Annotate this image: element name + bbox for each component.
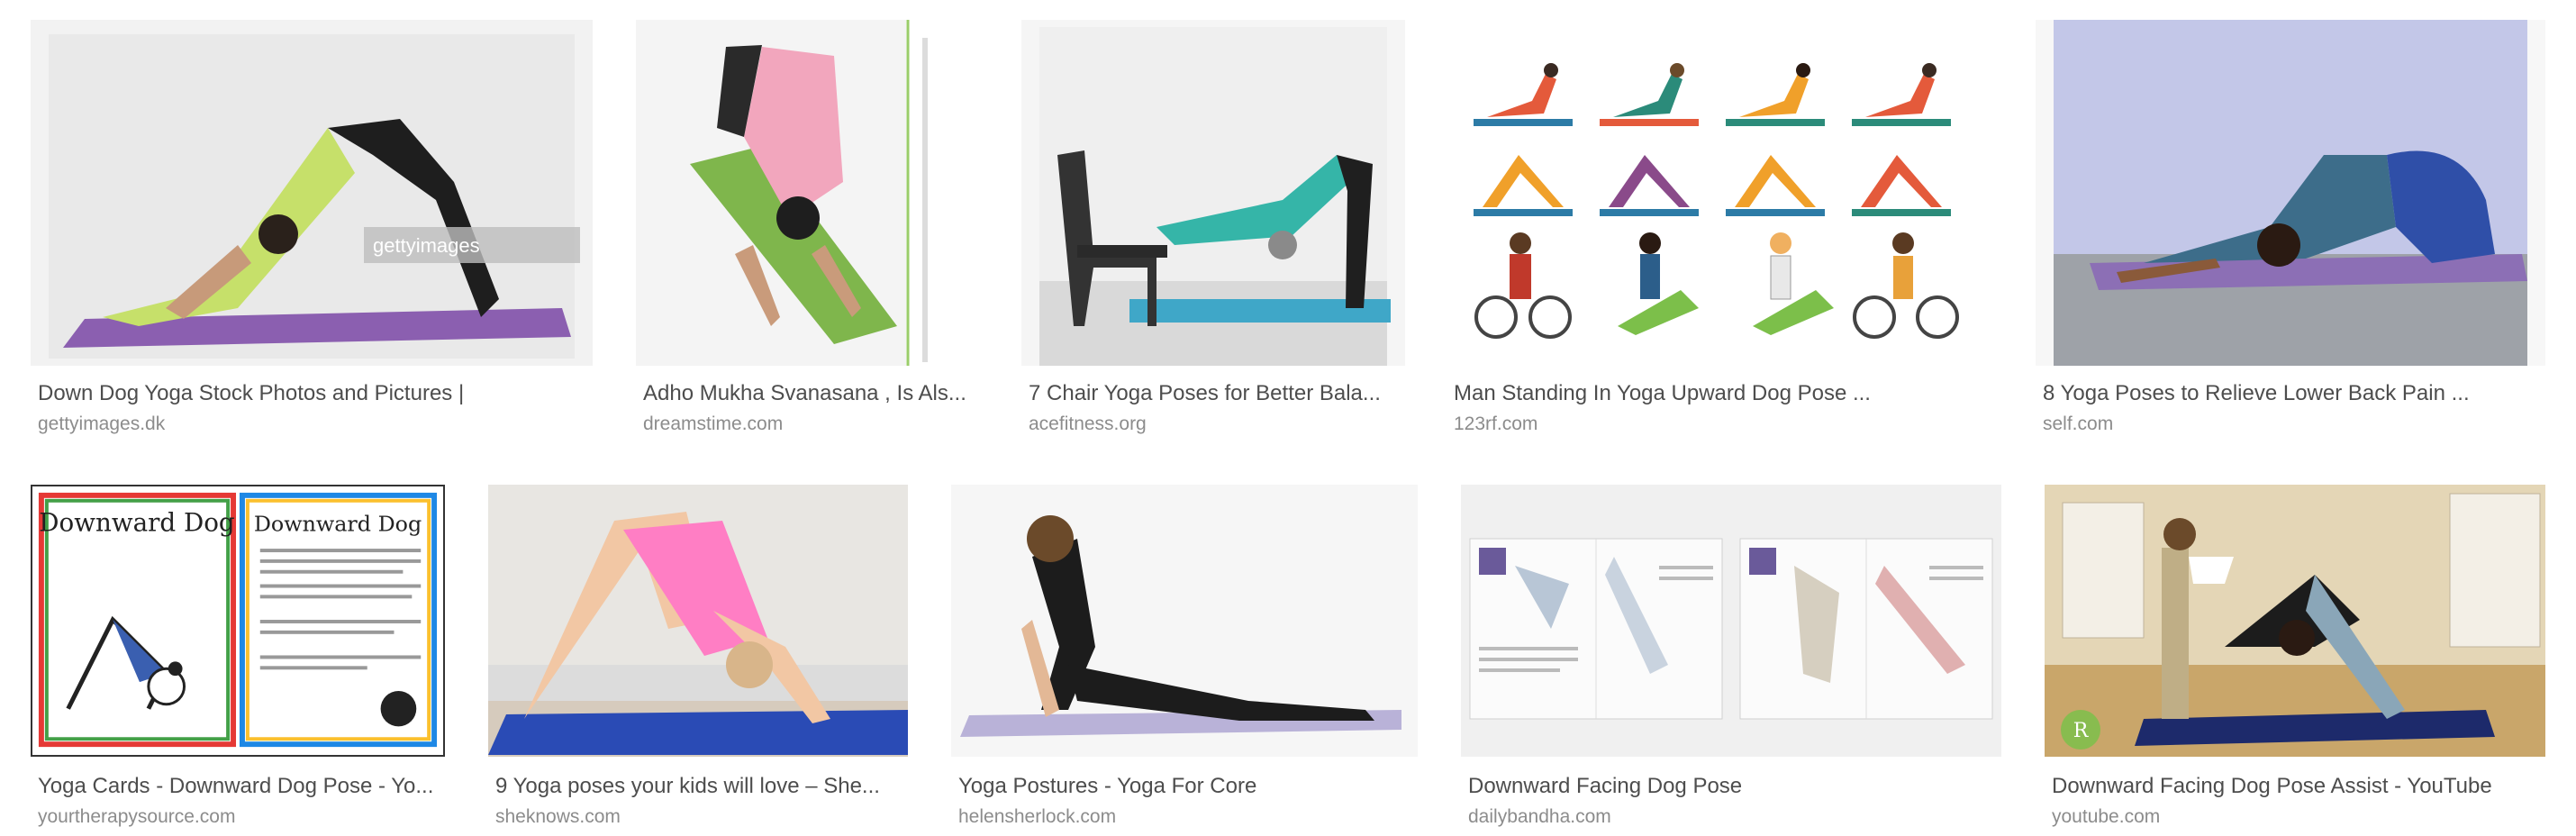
image-result-card[interactable]: R Downward Facing Dog Pose Assist - YouT… — [2045, 485, 2545, 832]
yoga-illustration-grid-thumbnail — [1447, 20, 1992, 366]
result-source[interactable]: 123rf.com — [1454, 413, 1537, 436]
image-result-card[interactable]: Downward Dog Downward Dog Yoga Cards - D… — [31, 485, 445, 832]
result-title[interactable]: Adho Mukha Svanasana , Is Als... — [643, 380, 978, 407]
channel-watermark: R — [2073, 720, 2090, 742]
downward-dog-top-view-thumbnail — [636, 20, 978, 366]
downward-dog-photo-thumbnail: gettyimages — [31, 20, 593, 366]
result-source[interactable]: youtube.com — [2052, 805, 2160, 829]
result-source[interactable]: acefitness.org — [1029, 413, 1147, 436]
result-source[interactable]: dreamstime.com — [643, 413, 783, 436]
image-result-card[interactable]: Downward Facing Dog Pose dailybandha.com — [1461, 485, 2001, 832]
result-title[interactable]: Downward Facing Dog Pose Assist - YouTub… — [2052, 773, 2545, 800]
result-title[interactable]: Yoga Postures - Yoga For Core — [958, 773, 1418, 800]
result-title[interactable]: 8 Yoga Poses to Relieve Lower Back Pain … — [2043, 380, 2545, 407]
result-thumbnail[interactable] — [2036, 20, 2545, 366]
anatomy-book-thumbnail — [1461, 485, 2001, 757]
result-thumbnail[interactable] — [951, 485, 1418, 757]
result-thumbnail[interactable]: Downward Dog Downward Dog — [31, 485, 445, 757]
result-thumbnail[interactable] — [1461, 485, 2001, 757]
image-result-card[interactable]: 7 Chair Yoga Poses for Better Bala... ac… — [1021, 20, 1405, 443]
result-thumbnail[interactable]: R — [2045, 485, 2545, 757]
assist-video-thumbnail: R — [2045, 485, 2545, 757]
kid-yoga-thumbnail — [488, 485, 908, 757]
result-title[interactable]: 9 Yoga poses your kids will love – She..… — [495, 773, 908, 800]
image-result-card[interactable]: Man Standing In Yoga Upward Dog Pose ...… — [1447, 20, 1992, 443]
image-result-card[interactable]: 9 Yoga poses your kids will love – She..… — [488, 485, 908, 832]
card-heading-back: Downward Dog — [254, 511, 422, 536]
card-heading: Downward Dog — [39, 507, 234, 537]
result-source[interactable]: self.com — [2043, 413, 2113, 436]
cobra-pose-thumbnail — [951, 485, 1418, 757]
result-thumbnail[interactable] — [636, 20, 978, 366]
result-title[interactable]: Man Standing In Yoga Upward Dog Pose ... — [1454, 380, 1992, 407]
yoga-card-thumbnail: Downward Dog Downward Dog — [32, 486, 443, 755]
result-source[interactable]: dailybandha.com — [1468, 805, 1611, 829]
watermark-text: gettyimages — [373, 234, 480, 257]
result-title[interactable]: Yoga Cards - Downward Dog Pose - Yo... — [38, 773, 445, 800]
result-source[interactable]: sheknows.com — [495, 805, 621, 829]
result-thumbnail[interactable]: gettyimages — [31, 20, 593, 366]
result-title[interactable]: Down Dog Yoga Stock Photos and Pictures … — [38, 380, 593, 407]
image-result-card[interactable]: Adho Mukha Svanasana , Is Als... dreamst… — [636, 20, 978, 443]
result-title[interactable]: Downward Facing Dog Pose — [1468, 773, 2001, 800]
result-thumbnail[interactable] — [488, 485, 908, 757]
image-result-card[interactable]: gettyimages Down Dog Yoga Stock Photos a… — [31, 20, 593, 443]
result-source[interactable]: yourtherapysource.com — [38, 805, 235, 829]
result-source[interactable]: gettyimages.dk — [38, 413, 165, 436]
chair-yoga-thumbnail — [1021, 20, 1405, 366]
result-source[interactable]: helensherlock.com — [958, 805, 1116, 829]
image-result-card[interactable]: 8 Yoga Poses to Relieve Lower Back Pain … — [2036, 20, 2545, 443]
childs-pose-thumbnail — [2036, 20, 2545, 366]
result-thumbnail[interactable] — [1447, 20, 1992, 366]
result-title[interactable]: 7 Chair Yoga Poses for Better Bala... — [1029, 380, 1405, 407]
result-thumbnail[interactable] — [1021, 20, 1405, 366]
image-result-card[interactable]: Yoga Postures - Yoga For Core helensherl… — [951, 485, 1418, 832]
